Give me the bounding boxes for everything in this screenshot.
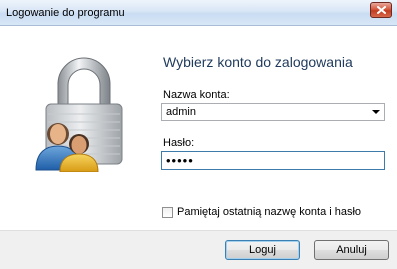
window-title: Logowanie do programu bbox=[6, 7, 125, 19]
account-name-value: admin bbox=[166, 106, 196, 118]
password-value: ••••• bbox=[166, 153, 194, 168]
cancel-button[interactable]: Anuluj bbox=[314, 240, 389, 260]
password-label: Hasło: bbox=[163, 137, 195, 149]
login-dialog: Logowanie do programu Wybierz konto do z… bbox=[0, 0, 397, 269]
dialog-footer: Loguj Anuluj bbox=[0, 230, 397, 269]
chevron-down-icon[interactable] bbox=[372, 110, 380, 114]
close-button[interactable] bbox=[370, 2, 392, 18]
password-field[interactable]: ••••• bbox=[161, 151, 385, 170]
title-bar[interactable]: Logowanie do programu bbox=[0, 0, 397, 26]
padlock-users-icon bbox=[35, 57, 123, 172]
dialog-heading: Wybierz konto do zalogowania bbox=[163, 54, 353, 70]
remember-checkbox-label[interactable]: Pamiętaj ostatnią nazwę konta i hasło bbox=[177, 206, 361, 218]
account-name-combobox[interactable]: admin bbox=[161, 103, 385, 121]
remember-checkbox[interactable] bbox=[162, 207, 173, 218]
close-icon bbox=[377, 6, 386, 14]
account-name-label: Nazwa konta: bbox=[163, 89, 230, 101]
login-button[interactable]: Loguj bbox=[225, 240, 300, 260]
dialog-content: Wybierz konto do zalogowania Nazwa konta… bbox=[0, 26, 397, 230]
